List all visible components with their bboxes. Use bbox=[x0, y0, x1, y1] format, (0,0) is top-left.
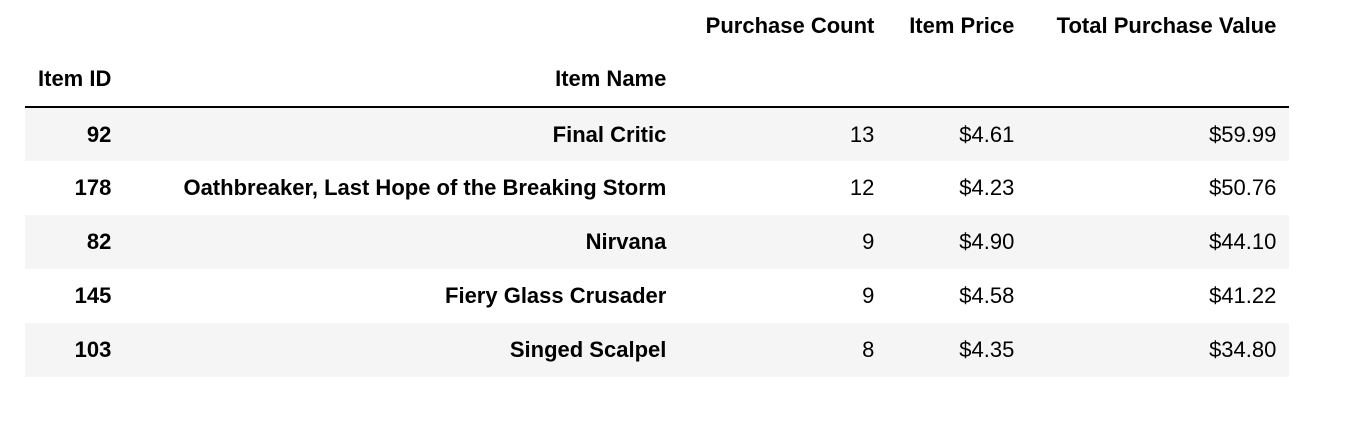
blank-header-cell bbox=[679, 52, 887, 107]
purchase-count-cell: 13 bbox=[849, 121, 875, 147]
item-id-cell: 178 bbox=[74, 175, 112, 200]
item-id-cell: 92 bbox=[86, 121, 112, 147]
table-row: 145 Fiery Glass Crusader 9 $4.58 $41.22 bbox=[25, 269, 1289, 323]
item-price-cell: $4.61 bbox=[959, 121, 1015, 147]
index-header-item-id: Item ID bbox=[38, 66, 112, 91]
item-price-cell: $4.35 bbox=[959, 337, 1015, 362]
purchase-count-cell: 12 bbox=[849, 175, 875, 200]
item-id-cell: 145 bbox=[74, 283, 112, 308]
total-purchase-value-cell: $41.22 bbox=[1209, 283, 1277, 308]
item-name-cell: Oathbreaker, Last Hope of the Breaking S… bbox=[183, 175, 667, 200]
item-name-cell: Singed Scalpel bbox=[509, 337, 667, 362]
total-purchase-value-cell: $50.76 bbox=[1209, 175, 1277, 200]
total-purchase-value-cell: $34.80 bbox=[1209, 337, 1277, 362]
purchase-count-cell: 9 bbox=[862, 283, 875, 308]
index-header-item-name: Item Name bbox=[555, 66, 667, 91]
blank-header-cell bbox=[124, 0, 679, 52]
blank-header-cell bbox=[25, 0, 124, 52]
column-header-row: Purchase Count Item Price Total Purchase… bbox=[25, 0, 1289, 52]
column-header-total-purchase-value: Total Purchase Value bbox=[1056, 13, 1277, 38]
item-name-cell: Final Critic bbox=[552, 121, 667, 147]
dataframe-output: Purchase Count Item Price Total Purchase… bbox=[25, 0, 1290, 377]
blank-header-cell bbox=[1027, 52, 1289, 107]
item-id-cell: 82 bbox=[86, 229, 112, 254]
item-price-cell: $4.23 bbox=[959, 175, 1015, 200]
notebook-output: { "table": { "column_headers": ["Purchas… bbox=[0, 0, 1354, 424]
item-price-cell: $4.90 bbox=[959, 229, 1015, 254]
total-purchase-value-cell: $44.10 bbox=[1209, 229, 1277, 254]
table-header: Purchase Count Item Price Total Purchase… bbox=[25, 0, 1290, 107]
purchase-count-cell: 8 bbox=[862, 337, 875, 362]
table-row: 103 Singed Scalpel 8 $4.35 $34.80 bbox=[25, 323, 1290, 377]
item-name-cell: Nirvana bbox=[585, 229, 667, 254]
purchase-count-cell: 9 bbox=[862, 229, 875, 254]
blank-header-cell bbox=[887, 52, 1027, 107]
table-row: 92 Final Critic 13 $4.61 $59.99 bbox=[25, 107, 1290, 161]
dataframe-table: Purchase Count Item Price Total Purchase… bbox=[25, 0, 1290, 377]
column-header-purchase-count: Purchase Count bbox=[705, 13, 875, 38]
item-name-cell: Fiery Glass Crusader bbox=[445, 283, 667, 308]
column-header-item-price: Item Price bbox=[909, 13, 1015, 38]
item-id-cell: 103 bbox=[74, 337, 112, 362]
table-row: 82 Nirvana 9 $4.90 $44.10 bbox=[25, 215, 1290, 269]
table-body: 92 Final Critic 13 $4.61 $59.99 178 Oath… bbox=[25, 107, 1290, 377]
index-header-row: Item ID Item Name bbox=[25, 52, 1290, 107]
table-row: 178 Oathbreaker, Last Hope of the Breaki… bbox=[25, 161, 1289, 215]
total-purchase-value-cell: $59.99 bbox=[1209, 121, 1277, 147]
item-price-cell: $4.58 bbox=[959, 283, 1015, 308]
